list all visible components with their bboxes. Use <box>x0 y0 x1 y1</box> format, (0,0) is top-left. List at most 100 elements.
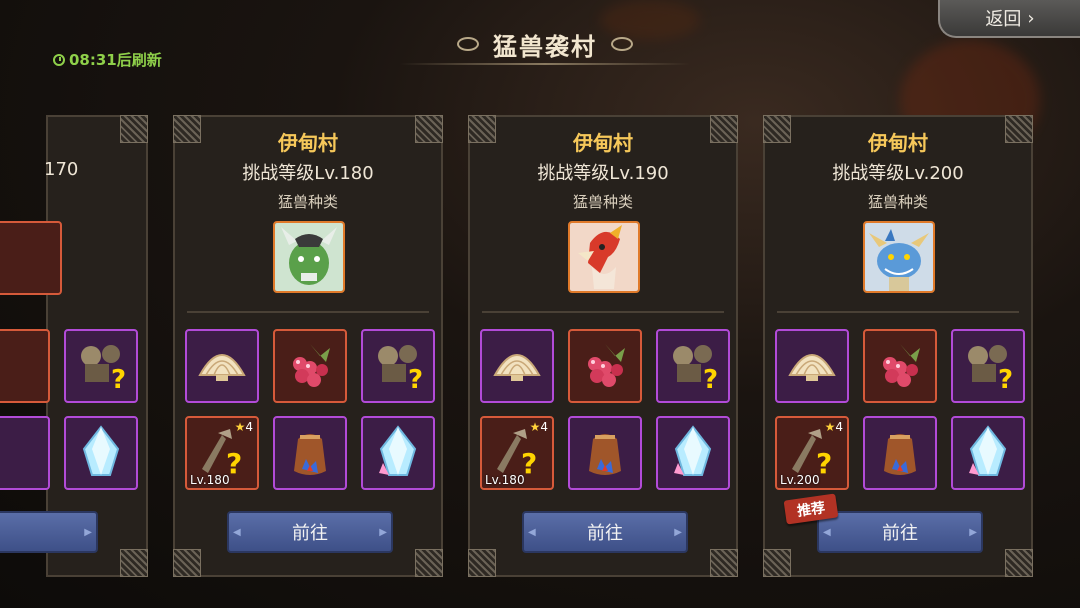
star-icon: ★ <box>529 420 541 434</box>
reward-slot[interactable] <box>863 329 937 403</box>
star-count-value: 4 <box>540 420 548 434</box>
swirl-ornament-icon <box>457 37 479 51</box>
title-bar: 猛兽袭村 <box>400 24 690 65</box>
refresh-timer: 08:31后刷新 <box>53 49 162 70</box>
reward-slot[interactable]: ? <box>64 329 138 403</box>
challenge-level: 170 <box>44 159 79 180</box>
crystal-icon <box>379 425 417 476</box>
mystery-gear-icon: ? <box>673 345 718 395</box>
blue-dragon-icon <box>865 223 933 291</box>
corner-ornament <box>710 549 738 577</box>
chevron-right-icon: › <box>1027 7 1035 29</box>
village-name: 伊甸村 <box>278 131 338 155</box>
beast-type-label: 猛兽种类 <box>277 193 338 211</box>
star-icon: ★ <box>824 420 836 434</box>
page-title: 猛兽袭村 <box>493 32 597 61</box>
swirl-ornament-icon <box>611 37 633 51</box>
reward-slot[interactable] <box>568 329 642 403</box>
fire-bird-portrait[interactable] <box>568 221 640 293</box>
back-button-label: 返回 <box>985 9 1022 30</box>
reward-slot[interactable]: ? <box>361 329 435 403</box>
challenge-level: 挑战等级Lv.200 <box>832 163 964 184</box>
mystery-gear-icon: ? <box>81 345 126 395</box>
village-card-partial[interactable]: 170 ? ▶ <box>0 115 148 577</box>
corner-ornament <box>173 549 201 577</box>
item-level: Lv.200 <box>780 473 820 487</box>
village-card-1: 伊甸村 挑战等级Lv.180 猛兽种类 ? ? ★4 Lv.180 ◀ 前往 ▶ <box>173 115 443 577</box>
back-button[interactable]: 返回 › <box>938 0 1080 38</box>
svg-text:?: ? <box>998 365 1013 395</box>
corner-ornament <box>120 549 148 577</box>
corner-ornament <box>120 115 148 143</box>
star-count-value: 4 <box>245 420 253 434</box>
go-button[interactable]: ▶ <box>0 511 98 553</box>
treasure-bag-icon <box>884 434 916 475</box>
treasure-bag-icon <box>294 434 326 475</box>
divider <box>777 311 1019 313</box>
reward-slot[interactable] <box>480 329 554 403</box>
treasure-bag-icon <box>589 434 621 475</box>
corner-ornament <box>468 549 496 577</box>
item-level: Lv.180 <box>485 473 525 487</box>
reward-slot[interactable] <box>0 329 50 403</box>
arrow-right-icon: ▶ <box>379 526 387 538</box>
green-dragon-icon <box>275 223 343 291</box>
village-card-2: 伊甸村 挑战等级Lv.190 猛兽种类 ? ? ★4 Lv.180 ◀ 前往 ▶ <box>468 115 738 577</box>
reward-slot[interactable]: ? <box>951 329 1025 403</box>
clock-icon <box>53 53 65 66</box>
shell-icon <box>788 354 836 381</box>
reward-slot[interactable] <box>656 416 730 490</box>
divider <box>482 311 724 313</box>
star-icon: ★ <box>234 420 246 434</box>
village-name: 伊甸村 <box>868 131 928 155</box>
shell-icon <box>493 354 541 381</box>
reward-slot[interactable]: ? <box>656 329 730 403</box>
reward-slot[interactable] <box>0 221 62 295</box>
divider <box>187 311 429 313</box>
mystery-gear-icon: ? <box>968 345 1013 395</box>
reward-slot[interactable] <box>361 416 435 490</box>
beast-type-label: 猛兽种类 <box>572 193 633 211</box>
reward-slot[interactable] <box>273 416 347 490</box>
go-button-label: 前往 <box>587 523 623 544</box>
arrow-right-icon: ▶ <box>84 526 92 538</box>
berries-icon <box>883 344 920 387</box>
title-underline <box>400 63 690 65</box>
svg-text:?: ? <box>111 365 126 395</box>
reward-slot[interactable]: ? ★4 Lv.200 <box>775 416 849 490</box>
crystal-icon <box>82 425 120 476</box>
reward-slot[interactable] <box>568 416 642 490</box>
arrow-right-icon: ▶ <box>674 526 682 538</box>
crystal-icon <box>674 425 712 476</box>
go-button[interactable]: ◀ 前往 ▶ <box>227 511 393 553</box>
challenge-level: 挑战等级Lv.180 <box>242 163 374 184</box>
reward-slot[interactable] <box>273 329 347 403</box>
star-count: ★4 <box>235 420 253 434</box>
arrow-left-icon: ◀ <box>823 526 831 538</box>
berries-icon <box>293 344 330 387</box>
go-button[interactable]: ◀ 前往 ▶ <box>522 511 688 553</box>
reward-slot[interactable] <box>64 416 138 490</box>
corner-ornament <box>763 549 791 577</box>
arrow-left-icon: ◀ <box>528 526 536 538</box>
shell-icon <box>198 354 246 381</box>
reward-slot[interactable] <box>775 329 849 403</box>
reward-slot[interactable] <box>951 416 1025 490</box>
reward-slot[interactable]: ? ★4 Lv.180 <box>185 416 259 490</box>
star-count: ★4 <box>530 420 548 434</box>
challenge-level: 挑战等级Lv.190 <box>537 163 669 184</box>
svg-text:?: ? <box>408 365 423 395</box>
village-name: 伊甸村 <box>573 131 633 155</box>
reward-slot[interactable] <box>863 416 937 490</box>
crystal-icon <box>969 425 1007 476</box>
green-dragon-portrait[interactable] <box>273 221 345 293</box>
reward-slot[interactable] <box>185 329 259 403</box>
reward-slot[interactable] <box>0 416 50 490</box>
corner-ornament <box>1005 549 1033 577</box>
go-button-label: 前往 <box>292 523 328 544</box>
go-button[interactable]: ◀ 前往 ▶ <box>817 511 983 553</box>
arrow-right-icon: ▶ <box>969 526 977 538</box>
star-count-value: 4 <box>835 420 843 434</box>
reward-slot[interactable]: ? ★4 Lv.180 <box>480 416 554 490</box>
blue-dragon-portrait[interactable] <box>863 221 935 293</box>
